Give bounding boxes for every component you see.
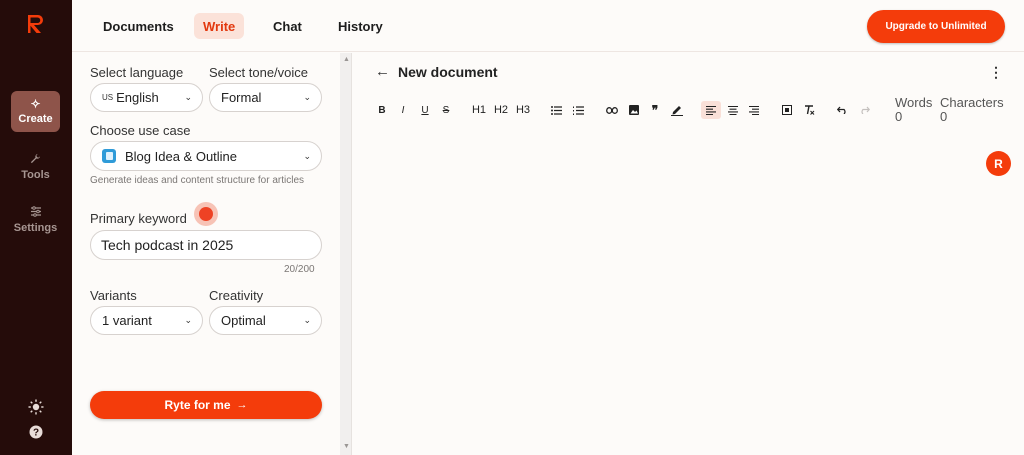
- link-icon[interactable]: [604, 101, 620, 119]
- align-center-icon[interactable]: [725, 101, 741, 119]
- align-left-icon[interactable]: [701, 101, 721, 119]
- chevron-down-icon: ⌄: [303, 315, 311, 325]
- image-icon[interactable]: [626, 101, 642, 119]
- document-editor: ← New document ⋮ B I U S H1 H2 H3 ❞ Word…: [353, 53, 1024, 455]
- write-form-panel: Select language Select tone/voice US Eng…: [72, 53, 340, 455]
- bold-button[interactable]: B: [374, 101, 390, 119]
- rail-item-create[interactable]: ✧ Create: [11, 91, 60, 132]
- tone-value: Formal: [221, 90, 262, 105]
- fullscreen-icon[interactable]: [779, 101, 795, 119]
- tone-label: Select tone/voice: [209, 65, 309, 80]
- keyword-label: Primary keyword: [90, 211, 187, 226]
- use-case-value: Blog Idea & Outline: [125, 148, 238, 164]
- keyword-char-counter: 20/200: [284, 264, 315, 275]
- tab-history[interactable]: History: [329, 13, 392, 39]
- document-icon: [102, 149, 116, 163]
- more-options-icon[interactable]: ⋮: [989, 64, 1003, 81]
- italic-button[interactable]: I: [395, 101, 411, 119]
- record-indicator: [194, 202, 218, 226]
- wrench-icon: [30, 153, 41, 166]
- strikethrough-button[interactable]: S: [438, 101, 454, 119]
- variants-value: 1 variant: [102, 313, 152, 328]
- heading3-button[interactable]: H3: [515, 101, 531, 119]
- use-case-select[interactable]: Blog Idea & Outline ⌄: [90, 141, 322, 171]
- characters-count: 0: [940, 109, 948, 124]
- language-value: English: [116, 90, 159, 105]
- top-bar: Documents Write Chat History Upgrade to …: [72, 0, 1024, 52]
- undo-icon[interactable]: [834, 101, 850, 119]
- highlight-pen-icon[interactable]: [669, 101, 685, 119]
- language-label: Select language: [90, 65, 184, 80]
- tab-write[interactable]: Write: [194, 13, 245, 39]
- bullet-list-icon[interactable]: [548, 101, 564, 119]
- characters-label: Characters: [940, 95, 1004, 110]
- use-case-hint: Generate ideas and content structure for…: [90, 175, 305, 186]
- align-right-icon[interactable]: [746, 101, 762, 119]
- rail-item-label: Create: [18, 113, 53, 125]
- creativity-select[interactable]: Optimal ⌄: [209, 306, 322, 335]
- ryte-button-label: Ryte for me: [164, 398, 231, 412]
- back-arrow-icon[interactable]: ←: [375, 63, 390, 80]
- underline-button[interactable]: U: [417, 101, 433, 119]
- chevron-down-icon: ⌄: [184, 92, 192, 102]
- scroll-down-arrow-icon[interactable]: ▼: [343, 443, 350, 450]
- variants-select[interactable]: 1 variant ⌄: [90, 306, 203, 335]
- svg-text:?: ?: [33, 428, 39, 439]
- numbered-list-icon[interactable]: [570, 101, 586, 119]
- document-title[interactable]: New document: [398, 64, 498, 80]
- us-flag-icon: US: [102, 93, 114, 102]
- rail-item-label: Tools: [21, 168, 50, 181]
- rytr-logo[interactable]: [26, 13, 46, 35]
- chevron-down-icon: ⌄: [303, 150, 311, 161]
- rytr-assistant-badge[interactable]: R: [986, 151, 1011, 176]
- chevron-down-icon: ⌄: [184, 315, 192, 325]
- upgrade-button[interactable]: Upgrade to Unlimited: [867, 10, 1005, 43]
- help-icon[interactable]: ?: [28, 424, 44, 440]
- panel-scrollbar[interactable]: ▲ ▼: [340, 53, 352, 455]
- creativity-label: Creativity: [209, 288, 264, 303]
- rail-item-settings[interactable]: Settings: [11, 199, 60, 240]
- keyword-input[interactable]: Tech podcast in 2025: [90, 230, 322, 260]
- arrow-right-icon: →: [236, 399, 248, 411]
- heading2-button[interactable]: H2: [493, 101, 509, 119]
- use-case-label: Choose use case: [90, 123, 191, 138]
- words-label: Words: [895, 95, 933, 110]
- scroll-up-arrow-icon[interactable]: ▲: [343, 56, 350, 63]
- clear-format-icon[interactable]: [801, 101, 817, 119]
- left-rail: ✧ Create Tools Settings ?: [0, 0, 72, 455]
- words-count: 0: [895, 109, 903, 124]
- redo-icon[interactable]: [856, 101, 872, 119]
- creativity-value: Optimal: [221, 313, 266, 328]
- tone-select[interactable]: Formal ⌄: [209, 83, 322, 112]
- ryte-for-me-button[interactable]: Ryte for me →: [90, 391, 322, 419]
- sliders-icon: [30, 205, 42, 219]
- tab-documents[interactable]: Documents: [94, 13, 183, 39]
- theme-toggle-sun-icon[interactable]: [28, 399, 44, 415]
- rail-item-label: Settings: [13, 221, 58, 234]
- rail-item-tools[interactable]: Tools: [11, 146, 60, 187]
- sparkles-icon: ✧: [30, 97, 41, 111]
- quote-icon[interactable]: ❞: [647, 101, 663, 119]
- language-select[interactable]: US English ⌄: [90, 83, 203, 112]
- chevron-down-icon: ⌄: [303, 92, 311, 102]
- variants-label: Variants: [90, 288, 137, 303]
- heading1-button[interactable]: H1: [471, 101, 487, 119]
- tab-chat[interactable]: Chat: [264, 13, 311, 39]
